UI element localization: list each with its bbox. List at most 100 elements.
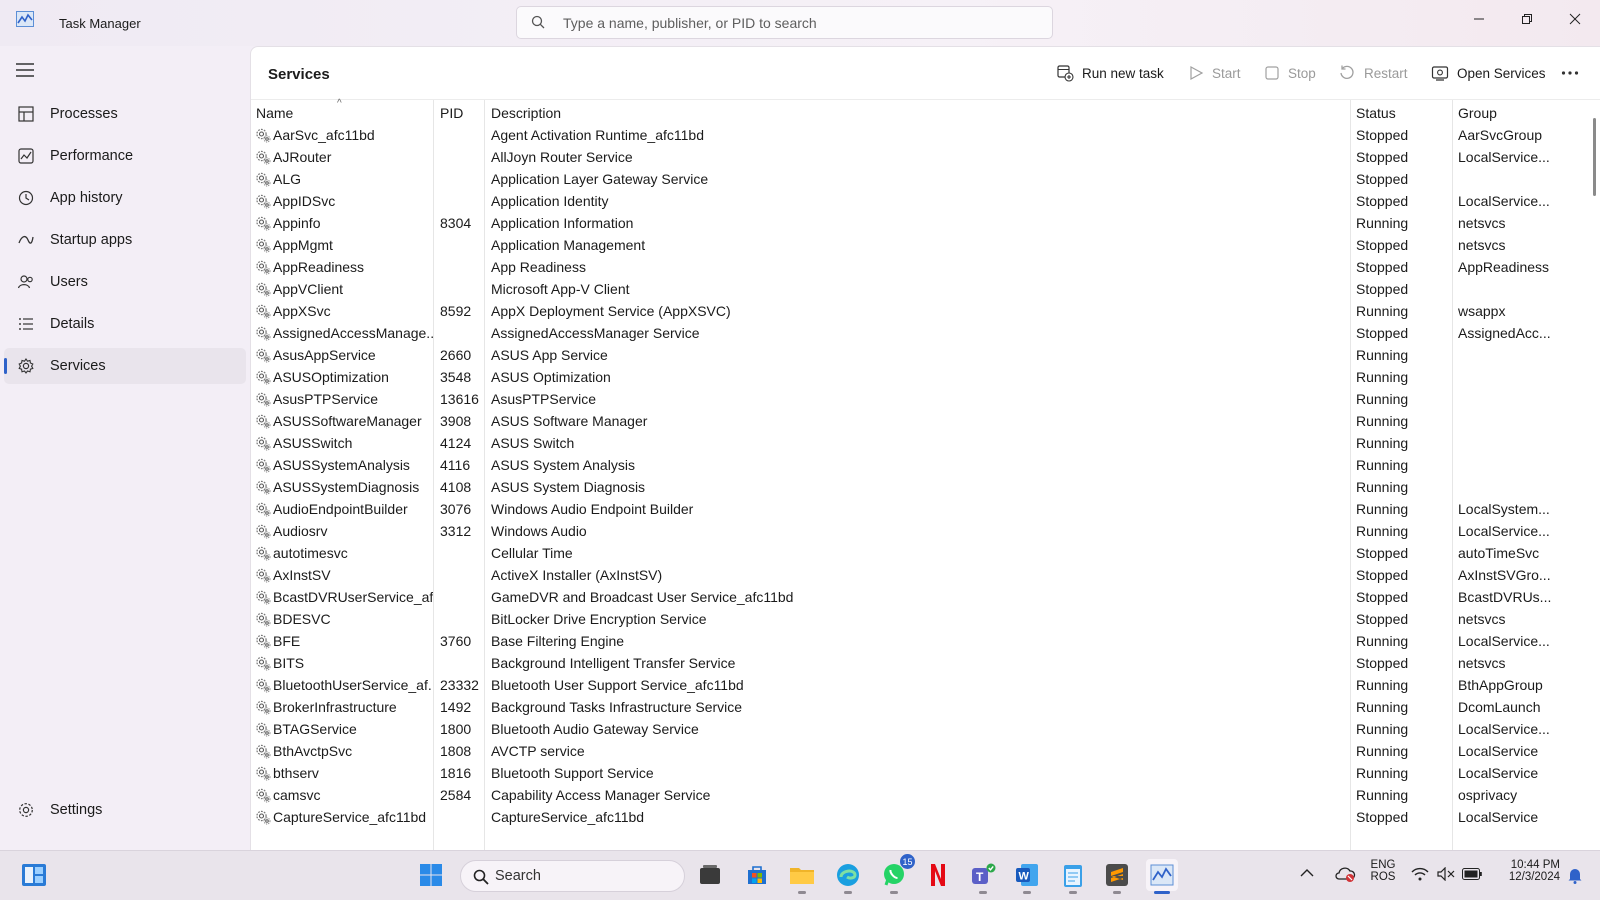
notification-bell-icon[interactable] [1567,866,1583,884]
table-row[interactable]: CaptureService_afc11bd CaptureService_afc… [251,806,1586,828]
sidebar-item-app-history[interactable]: App history [4,180,246,216]
service-status: Stopped [1356,281,1409,297]
table-row[interactable]: BrokerInfrastructure 1492 Background Tasks… [251,696,1586,718]
service-gear-icon [255,281,271,297]
task-view-button[interactable] [694,859,726,891]
table-row[interactable]: AsusPTPService 13616 AsusPTPService Running [251,388,1586,410]
clock[interactable]: 10:44 PM 12/3/2024 [1496,859,1560,883]
table-row[interactable]: ASUSSystemAnalysis 4116 ASUS System Analys… [251,454,1586,476]
service-description: AsusPTPService [491,391,597,407]
sidebar-item-performance[interactable]: Performance [4,138,246,174]
table-row[interactable]: BthAvctpSvc 1808 AVCTP service Running Local… [251,740,1586,762]
table-row[interactable]: AssignedAccessManage... AssignedAccessMan… [251,322,1586,344]
column-header-status[interactable]: Status [1356,105,1396,121]
notepad-button[interactable] [1057,859,1089,894]
sublime-text-button[interactable] [1101,859,1133,894]
search-input[interactable] [563,11,1033,35]
table-row[interactable]: BluetoothUserService_af... 23332 Bluetooth… [251,674,1586,696]
file-explorer-button[interactable] [786,859,818,894]
table-row[interactable]: camsvc 2584 Capability Access Manager Serv… [251,784,1586,806]
service-status: Running [1356,677,1409,693]
service-description: Background Tasks Infrastructure Service [491,699,743,715]
table-row[interactable]: ALG Application Layer Gateway Service Stop… [251,168,1586,190]
whatsapp-button[interactable]: 15 [878,854,915,894]
more-options-button[interactable] [1561,61,1587,85]
language-code: ENG [1370,859,1396,871]
volume-muted-icon[interactable] [1437,867,1455,881]
table-row[interactable]: ASUSOptimization 3548 ASUS Optimization Run… [251,366,1586,388]
start-menu-button[interactable] [415,859,447,891]
start-button[interactable]: Start [1188,61,1241,85]
table-row[interactable]: AppMgmt Application Management Stopped nets… [251,234,1586,256]
widgets-button[interactable] [18,859,50,891]
battery-icon[interactable] [1462,868,1482,880]
restart-button[interactable]: Restart [1338,61,1408,85]
service-group: LocalService... [1458,193,1550,209]
table-row[interactable]: BFE 3760 Base Filtering Engine Running Local… [251,630,1586,652]
service-description: AllJoyn Router Service [491,149,633,165]
processes-icon [18,106,34,122]
wifi-icon[interactable] [1411,867,1429,881]
onedrive-icon[interactable] [1334,865,1356,883]
sidebar-item-details[interactable]: Details [4,306,246,342]
sidebar-item-processes[interactable]: Processes [4,96,246,132]
chevron-up-icon[interactable] [1300,868,1314,878]
table-row[interactable]: AppIDSvc Application Identity Stopped Local… [251,190,1586,212]
table-row[interactable]: AsusAppService 2660 ASUS App Service Runnin… [251,344,1586,366]
run-new-task-button[interactable]: Run new task [1056,61,1164,85]
table-row[interactable]: ASUSSystemDiagnosis 4108 ASUS System Diagn… [251,476,1586,498]
table-row[interactable]: bthserv 1816 Bluetooth Support Service Runn… [251,762,1586,784]
table-row[interactable]: AppVClient Microsoft App-V Client Stopped [251,278,1586,300]
table-row[interactable]: autotimesvc Cellular Time Stopped autoTimeS… [251,542,1586,564]
service-group: AppReadiness [1458,259,1550,275]
close-button[interactable] [1552,4,1598,34]
table-row[interactable]: BDESVC BitLocker Drive Encryption Service… [251,608,1586,630]
column-header-description[interactable]: Description [491,105,561,121]
table-row[interactable]: ASUSSoftwareManager 3908 ASUS Software Man… [251,410,1586,432]
service-description: App Readiness [491,259,586,275]
table-row[interactable]: AppXSvc 8592 AppX Deployment Service (AppX… [251,300,1586,322]
service-description: Windows Audio [491,523,587,539]
column-header-pid[interactable]: PID [440,105,463,121]
table-row[interactable]: Audiosrv 3312 Windows Audio Running LocalSer… [251,520,1586,542]
microsoft-store-button[interactable] [741,859,773,891]
scrollbar-thumb[interactable] [1593,118,1596,196]
service-name: ASUSOptimization [273,369,389,385]
table-row[interactable]: AppReadiness App Readiness Stopped AppReadi… [251,256,1586,278]
service-description: ASUS System Diagnosis [491,479,646,495]
sidebar-item-settings[interactable]: Settings [4,792,246,828]
service-description: Bluetooth Support Service [491,765,654,781]
service-name: bthserv [273,765,319,781]
minimize-button[interactable] [1456,4,1502,34]
input-language[interactable]: ENG ROS [1368,859,1398,883]
sidebar-item-startup-apps[interactable]: Startup apps [4,222,246,258]
table-row[interactable]: BTAGService 1800 Bluetooth Audio Gateway S… [251,718,1586,740]
table-row[interactable]: AJRouter AllJoyn Router Service Stopped Loc… [251,146,1586,168]
sidebar-item-users[interactable]: Users [4,264,246,300]
taskbar-search[interactable]: Search [460,860,685,892]
column-header-group[interactable]: Group [1458,105,1497,121]
open-services-button[interactable]: Open Services [1431,61,1546,85]
search-icon [473,869,489,885]
restore-button[interactable] [1504,4,1550,34]
vertical-scrollbar[interactable] [1589,100,1600,850]
table-row[interactable]: BITS Background Intelligent Transfer Serv… [251,652,1586,674]
table-row[interactable]: AudioEndpointBuilder 3076 Windows Audio En… [251,498,1586,520]
stop-button[interactable]: Stop [1264,61,1316,85]
column-header-name[interactable]: Name [256,105,293,121]
table-row[interactable]: ASUSSwitch 4124 ASUS Switch Running [251,432,1586,454]
search-box[interactable] [516,6,1053,39]
teams-button[interactable]: T [967,859,999,894]
running-indicator [890,891,898,894]
edge-browser-button[interactable] [832,859,864,894]
word-button[interactable]: W [1011,859,1043,894]
task-manager-taskbar-button[interactable] [1146,859,1178,894]
netflix-button[interactable] [922,859,954,891]
table-row[interactable]: BcastDVRUserService_af... GameDVR and Bro… [251,586,1586,608]
hamburger-menu-icon[interactable] [16,63,34,77]
sidebar-item-services[interactable]: Services [4,348,246,384]
table-row[interactable]: Appinfo 8304 Application Information Runnin… [251,212,1586,234]
table-row[interactable]: AxInstSV ActiveX Installer (AxInstSV) Stop… [251,564,1586,586]
service-description: ASUS App Service [491,347,608,363]
table-row[interactable]: AarSvc_afc11bd Agent Activation Runtime_a… [251,124,1586,146]
